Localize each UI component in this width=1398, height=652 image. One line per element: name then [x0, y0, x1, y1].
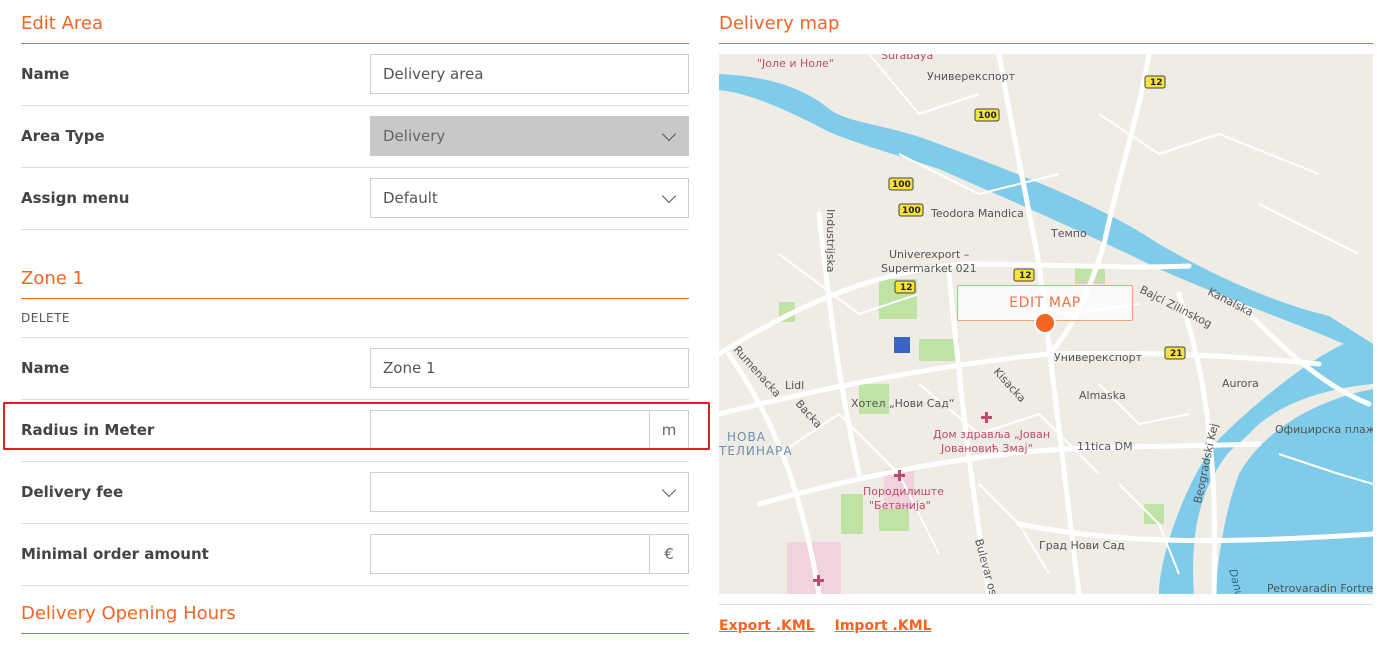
area-type-label: Area Type: [21, 127, 105, 145]
map-label-dom2: Јовановић Змај“: [940, 442, 1033, 455]
road-21: 21: [1170, 349, 1183, 359]
map-footer: Export .KML Import .KML: [719, 604, 1373, 634]
zone-name-input[interactable]: Zone 1: [370, 348, 689, 388]
road-shield-21: 21: [1164, 346, 1186, 360]
edit-area-title: Edit Area: [21, 0, 689, 44]
map-label-11tica: 11tica DM: [1077, 440, 1133, 453]
map-label-kisacka: Kisacka: [991, 365, 1029, 405]
map-label-dom1: Дом здравља „Јован: [933, 428, 1050, 441]
map-label-hotel: Хотел „Нови Сад“: [851, 397, 955, 410]
bus-station-icon: [894, 337, 910, 353]
map-label-backa: Backa: [793, 397, 825, 430]
location-pin-icon[interactable]: [1034, 312, 1056, 334]
edit-area-panel: Edit Area Name Delivery area Area Type D…: [21, 0, 689, 634]
road-shield-12b: 12: [1013, 268, 1035, 282]
map-label-porod1: Породилиште: [863, 485, 944, 498]
map-label-teodora: Teodora Mandica: [930, 207, 1024, 220]
assign-menu-value: Default: [383, 189, 438, 207]
map-label-univerexport-sm1: Univerexport –: [889, 248, 969, 261]
road-shield-100b: 100: [888, 177, 914, 191]
area-name-row: Name Delivery area: [21, 44, 689, 106]
zone-name-label: Name: [21, 359, 70, 377]
area-type-select: Delivery: [370, 116, 689, 156]
map-label-univerexport-sm2: Supermarket 021: [881, 262, 977, 275]
map-title: Delivery map: [719, 0, 1373, 44]
zone-title: Zone 1: [21, 255, 689, 299]
map-label-tempo: Темпо: [1050, 227, 1087, 240]
delivery-fee-row: Delivery fee: [21, 462, 689, 524]
road-12c: 12: [900, 283, 913, 293]
import-kml-link[interactable]: Import .KML: [835, 618, 932, 634]
road-100a: 100: [978, 111, 997, 121]
map-label-telinara: ТЕЛИНАРА: [719, 444, 793, 458]
export-kml-link[interactable]: Export .KML: [719, 618, 815, 634]
road-shield-12c: 12: [894, 280, 916, 294]
assign-menu-select[interactable]: Default: [370, 178, 689, 218]
assign-menu-row: Assign menu Default: [21, 168, 689, 230]
map-label-bulevar: Bulevar os: [972, 537, 1000, 594]
map-label-bajci: Bajci Zilinskog: [1138, 283, 1214, 330]
euro-unit: €: [649, 535, 688, 573]
minimal-order-row: Minimal order amount €: [21, 524, 689, 586]
delete-zone-button[interactable]: DELETE: [21, 299, 689, 338]
radius-highlight-box: [3, 402, 710, 450]
road-100c: 100: [902, 206, 921, 216]
map-label-oficirska: Официрска плажа: [1275, 423, 1373, 436]
map-canvas[interactable]: 12 100 100 100 12 12 21 Surabaya "Јоле и…: [719, 54, 1373, 594]
chevron-down-icon: [661, 482, 677, 498]
minimal-order-input[interactable]: €: [370, 534, 689, 574]
road-100b: 100: [892, 180, 911, 190]
area-name-label: Name: [21, 65, 70, 83]
delivery-map-panel: Delivery map 12 100 100 100 12 12 21 Sur…: [719, 0, 1373, 634]
assign-menu-label: Assign menu: [21, 189, 130, 207]
map-label-petrovaradin: Petrovaradin Fortres: [1267, 582, 1373, 594]
area-type-row: Area Type Delivery: [21, 106, 689, 168]
map-label-aurora: Aurora: [1222, 377, 1259, 390]
zone-name-row: Name Zone 1: [21, 338, 689, 400]
map-label-almaska: Almaska: [1079, 389, 1126, 402]
map-label-industrijska: Industrijska: [824, 209, 837, 273]
chevron-down-icon: [661, 126, 677, 142]
map-label-univerexport-mid: Универекспорт: [1054, 351, 1143, 364]
map-label-univerexport-top: Универекспорт: [927, 70, 1016, 83]
opening-hours-title: Delivery Opening Hours: [21, 590, 689, 634]
area-name-input[interactable]: Delivery area: [370, 54, 689, 94]
road-12b: 12: [1019, 271, 1032, 281]
map-label-lidl: Lidl: [785, 379, 804, 392]
chevron-down-icon: [661, 188, 677, 204]
map-label-grad: Град Нови Сад: [1039, 539, 1125, 552]
road-shield-100c: 100: [898, 203, 924, 217]
delivery-fee-select[interactable]: [370, 472, 689, 512]
road-shield-12a: 12: [1144, 75, 1166, 89]
map-label-porod2: "Бетанија": [869, 499, 931, 512]
delivery-fee-label: Delivery fee: [21, 483, 124, 501]
road-shield-100a: 100: [974, 108, 1000, 122]
map-label-jole-nole: "Јоле и Ноле": [757, 57, 834, 70]
minimal-order-label: Minimal order amount: [21, 545, 209, 563]
area-type-value: Delivery: [383, 127, 446, 145]
map-label-nova: НОВА: [727, 430, 766, 444]
road-12a: 12: [1150, 78, 1163, 88]
map-label-surabaya: Surabaya: [881, 54, 933, 62]
